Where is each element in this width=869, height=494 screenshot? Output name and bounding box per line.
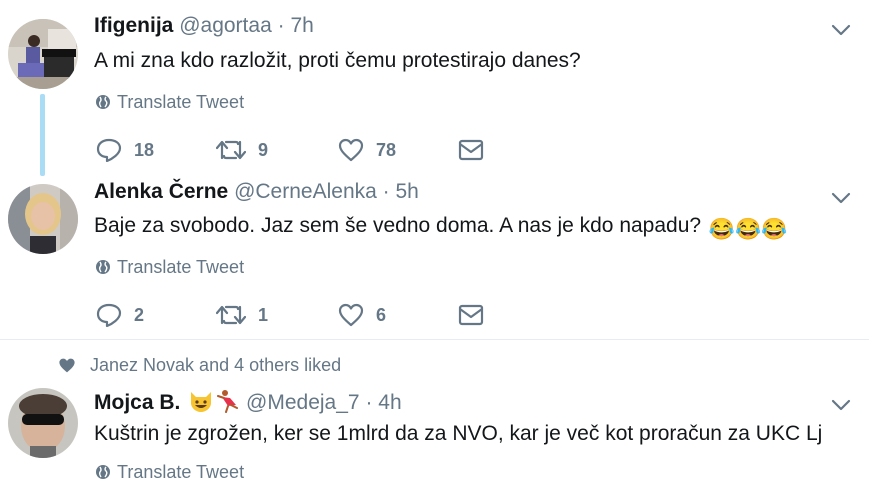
translate-link[interactable]: Translate Tweet	[95, 92, 244, 114]
reply-button[interactable]: 18	[96, 136, 154, 164]
retweet-icon	[216, 303, 246, 327]
tweet-header: Alenka Černe @CerneAlenka · 5h	[94, 180, 419, 204]
separator: ·	[382, 180, 390, 203]
tweet-feed: Ifigenija @agortaa · 7h A mi zna kdo raz…	[0, 0, 869, 494]
heart-icon	[338, 303, 364, 327]
retweet-count: 1	[258, 304, 269, 325]
avatar[interactable]	[8, 388, 78, 458]
message-button[interactable]	[458, 301, 484, 329]
tweet-text: Baje za svobodo. Jaz sem še vedno doma. …	[94, 214, 787, 242]
timestamp[interactable]: 7h	[290, 14, 313, 37]
like-count: 78	[376, 139, 397, 160]
tweet-2[interactable]: Alenka Černe @CerneAlenka · 5h Baje za s…	[0, 180, 869, 338]
reply-button[interactable]: 2	[96, 301, 144, 329]
tweet-text: Kuštrin je zgrožen, ker se 1mlrd da za N…	[94, 422, 823, 445]
reply-count: 18	[134, 139, 155, 160]
globe-icon	[95, 464, 111, 484]
tweet-1[interactable]: Ifigenija @agortaa · 7h A mi zna kdo raz…	[0, 0, 869, 180]
timestamp[interactable]: 4h	[378, 391, 401, 414]
display-name[interactable]: Ifigenija	[94, 14, 173, 37]
chevron-down-icon[interactable]	[831, 398, 851, 416]
display-name[interactable]: Mojca B.	[94, 391, 180, 414]
like-count: 6	[376, 304, 387, 325]
like-button[interactable]: 6	[338, 301, 386, 329]
envelope-icon	[458, 139, 484, 161]
translate-link[interactable]: Translate Tweet	[95, 462, 244, 484]
globe-icon	[95, 259, 111, 279]
tweet-header: Mojca B. @Medeja_7 · 4h	[94, 389, 402, 419]
heart-icon	[58, 357, 76, 379]
retweet-count: 9	[258, 139, 269, 160]
timestamp[interactable]: 5h	[396, 180, 419, 203]
user-handle[interactable]: @Medeja_7	[246, 391, 360, 414]
user-handle[interactable]: @agortaa	[179, 14, 272, 37]
globe-icon	[95, 94, 111, 114]
translate-label: Translate Tweet	[117, 257, 245, 277]
avatar[interactable]	[8, 19, 78, 89]
avatar[interactable]	[8, 184, 78, 254]
tweet-header: Ifigenija @agortaa · 7h	[94, 14, 314, 38]
reply-icon	[96, 303, 122, 327]
separator: ·	[277, 14, 285, 37]
translate-label: Translate Tweet	[117, 462, 245, 482]
envelope-icon	[458, 304, 484, 326]
retweet-button[interactable]: 1	[216, 301, 268, 329]
dancer-emoji	[216, 389, 240, 419]
retweet-icon	[216, 138, 246, 162]
message-button[interactable]	[458, 136, 484, 164]
tweet-text-body: Baje za svobodo. Jaz sem še vedno doma. …	[94, 214, 702, 237]
chevron-down-icon[interactable]	[831, 23, 851, 41]
user-handle[interactable]: @CerneAlenka	[234, 180, 377, 203]
tears-of-joy-emoji: 😂😂😂	[708, 218, 788, 241]
tweet-text: A mi zna kdo razložit, proti čemu protes…	[94, 49, 581, 72]
translate-link[interactable]: Translate Tweet	[95, 257, 244, 279]
social-context[interactable]: Janez Novak and 4 others liked	[58, 355, 341, 379]
reply-icon	[96, 138, 122, 162]
smiling-cat-emoji	[188, 389, 214, 419]
thread-line	[40, 94, 45, 176]
retweet-button[interactable]: 9	[216, 136, 268, 164]
liked-by-text: Janez Novak and 4 others liked	[90, 355, 342, 375]
tweet-3[interactable]: Mojca B. @Medeja_7 · 4h Kuštrin je zgrož…	[0, 380, 869, 494]
divider	[0, 339, 869, 340]
translate-label: Translate Tweet	[117, 92, 245, 112]
separator: ·	[365, 391, 373, 414]
like-button[interactable]: 78	[338, 136, 396, 164]
chevron-down-icon[interactable]	[831, 191, 851, 209]
display-name[interactable]: Alenka Černe	[94, 180, 228, 203]
reply-count: 2	[134, 304, 145, 325]
heart-icon	[338, 138, 364, 162]
